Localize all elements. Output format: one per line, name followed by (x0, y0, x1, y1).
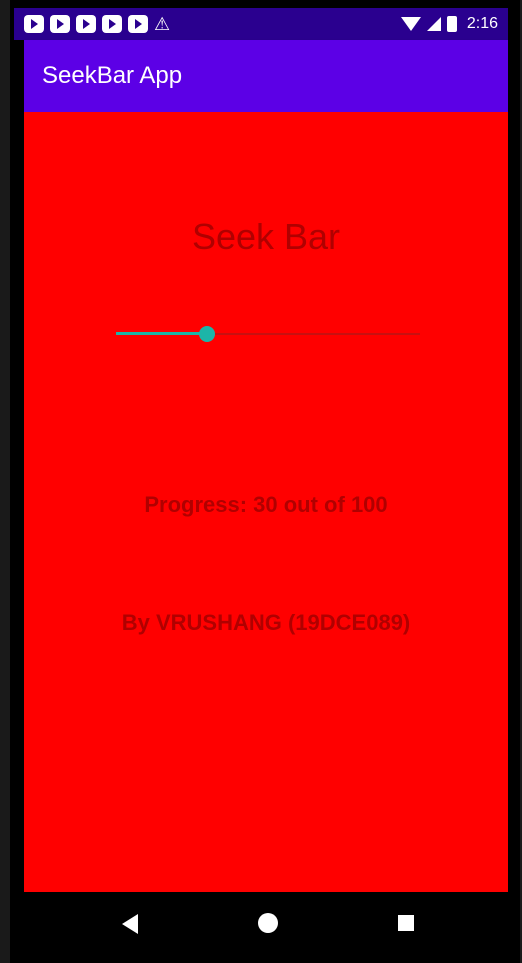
status-bar: ⚠ 2:16 (14, 8, 508, 40)
home-icon[interactable] (258, 913, 278, 933)
signal-icon (426, 17, 441, 31)
youtube-icon (102, 15, 122, 33)
seek-bar-progress (116, 332, 208, 335)
wifi-icon (400, 17, 421, 31)
youtube-icon (50, 15, 70, 33)
progress-label: Progress: 30 out of 100 (144, 492, 388, 517)
recents-icon[interactable] (398, 915, 414, 931)
app-title: SeekBar App (42, 62, 183, 89)
back-icon[interactable] (122, 914, 138, 934)
battery-icon (446, 16, 457, 32)
warning-icon: ⚠ (154, 14, 171, 34)
youtube-icon (128, 15, 148, 33)
author-label: By VRUSHANG (19DCE089) (121, 610, 411, 635)
notification-icons: ⚠ (24, 15, 170, 33)
youtube-icon (24, 15, 44, 33)
main-content: Seek Bar Progress: 30 out of 100 By VRUS… (24, 112, 508, 892)
status-time: 2:16 (466, 15, 498, 32)
seek-bar-thumb[interactable] (199, 326, 216, 342)
page-title: Seek Bar (191, 216, 341, 257)
seek-bar[interactable] (116, 322, 420, 346)
navigation-bar (14, 892, 508, 963)
app-bar: SeekBar App (24, 40, 508, 112)
system-icons: 2:16 (400, 15, 498, 33)
youtube-icon (76, 15, 96, 33)
